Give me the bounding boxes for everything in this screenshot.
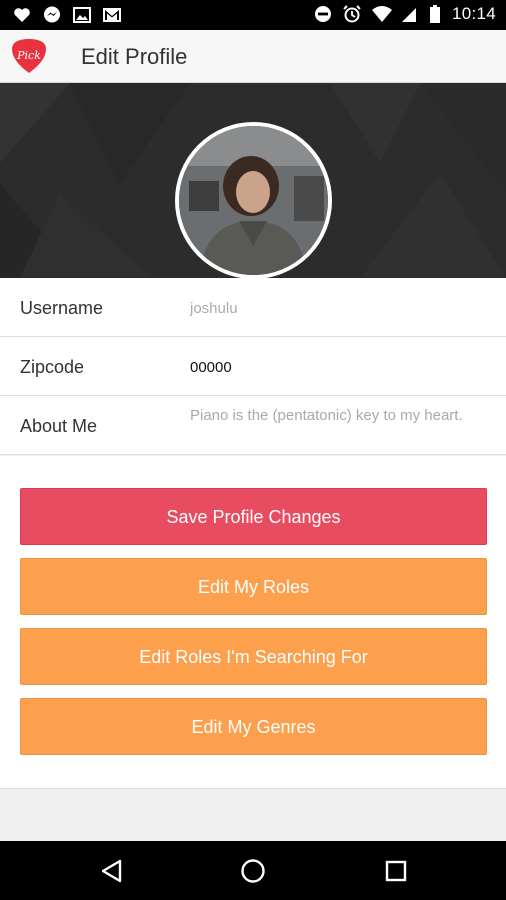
recents-icon[interactable] <box>382 857 410 885</box>
zipcode-field[interactable]: 00000 <box>190 359 232 376</box>
heart-icon <box>12 5 32 25</box>
messenger-icon <box>42 5 62 25</box>
username-field[interactable]: joshulu <box>190 300 238 317</box>
actions-panel: Save Profile Changes Edit My Roles Edit … <box>0 456 506 789</box>
about-me-field[interactable]: Piano is the (pentatonic) key to my hear… <box>190 407 463 424</box>
status-time: 10:14 <box>451 4 496 23</box>
username-label: Username <box>20 298 104 318</box>
edit-my-genres-button[interactable]: Edit My Genres <box>20 698 487 755</box>
username-row: Username joshulu <box>0 278 506 337</box>
about-me-label: About Me <box>20 416 98 436</box>
edit-my-roles-button[interactable]: Edit My Roles <box>20 558 487 615</box>
gmail-icon <box>102 5 122 25</box>
status-bar: 10:14 <box>0 0 506 30</box>
page-title: Edit Profile <box>81 44 188 69</box>
app-bar: Pick Edit Profile <box>0 30 506 83</box>
zipcode-label: Zipcode <box>20 357 85 377</box>
zipcode-row: Zipcode 00000 <box>0 337 506 396</box>
profile-form: Username joshulu Zipcode 00000 About Me … <box>0 278 506 455</box>
svg-text:Pick: Pick <box>16 49 41 62</box>
system-nav-bar <box>0 841 506 900</box>
home-icon[interactable] <box>239 857 267 885</box>
profile-header-banner <box>0 83 506 278</box>
do-not-disturb-icon <box>313 4 333 24</box>
wifi-icon <box>371 4 392 24</box>
edit-roles-searching-button[interactable]: Edit Roles I'm Searching For <box>20 628 487 685</box>
image-icon <box>72 5 92 25</box>
about-me-row: About Me Piano is the (pentatonic) key t… <box>0 396 506 455</box>
save-profile-button[interactable]: Save Profile Changes <box>20 488 487 545</box>
profile-avatar[interactable] <box>175 122 332 278</box>
pick-logo-icon[interactable]: Pick <box>10 37 48 75</box>
cell-signal-icon <box>400 4 420 24</box>
back-icon[interactable] <box>98 857 126 885</box>
battery-icon <box>429 4 441 24</box>
alarm-icon <box>342 4 362 24</box>
